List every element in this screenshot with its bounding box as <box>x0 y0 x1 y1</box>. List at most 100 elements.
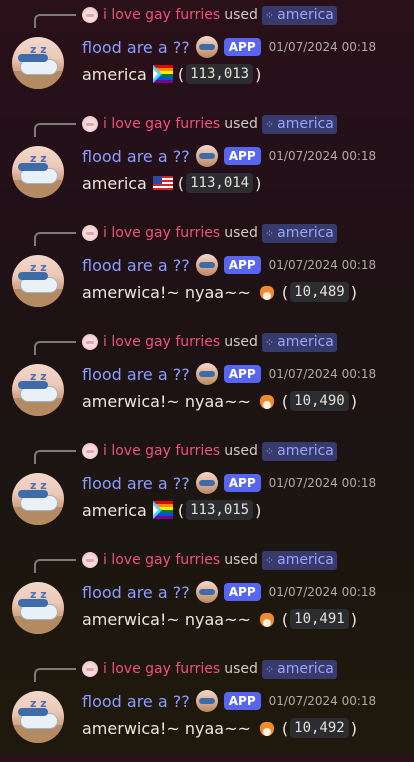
message-text: amerwica!~ nyaa~~ <box>82 391 251 411</box>
message-header: flood are a ?? APP 01/07/2024 00:18 <box>82 363 376 385</box>
reply-username[interactable]: i love gay furries <box>103 334 220 350</box>
reply-context[interactable]: i love gay furries used ⁘ america <box>82 223 337 243</box>
avatar[interactable]: z z <box>12 37 64 89</box>
reply-username[interactable]: i love gay furries <box>103 116 220 132</box>
reply-context[interactable]: i love gay furries used ⁘ america <box>82 332 337 352</box>
avatar[interactable]: z z <box>12 364 64 416</box>
username[interactable]: flood are a ?? <box>82 474 190 493</box>
reply-connector <box>34 450 76 464</box>
slash-command-chip[interactable]: ⁘ america <box>261 223 337 243</box>
reply-user-avatar[interactable] <box>82 661 98 677</box>
reply-context[interactable]: i love gay furries used ⁘ america <box>82 114 337 134</box>
server-tag-icon[interactable] <box>195 472 218 494</box>
command-name: america <box>277 443 334 459</box>
reply-context[interactable]: i love gay furries used ⁘ america <box>82 5 337 25</box>
timestamp[interactable]: 01/07/2024 00:18 <box>269 149 377 163</box>
reply-used-text: used <box>224 552 258 568</box>
avatar[interactable]: z z <box>12 691 64 743</box>
app-badge: APP <box>223 583 261 601</box>
reply-used-text: used <box>224 7 258 23</box>
reply-user-avatar[interactable] <box>82 334 98 350</box>
reply-user-avatar[interactable] <box>82 225 98 241</box>
reply-user-avatar[interactable] <box>82 443 98 459</box>
reply-user-avatar[interactable] <box>82 7 98 23</box>
reply-username[interactable]: i love gay furries <box>103 661 220 677</box>
message-header: flood are a ?? APP 01/07/2024 00:18 <box>82 581 376 603</box>
server-tag-icon[interactable] <box>195 581 218 603</box>
app-command-icon: ⁘ <box>264 335 274 349</box>
avatar-sleep-icon: z z <box>30 261 47 274</box>
slash-command-chip[interactable]: ⁘ america <box>261 441 337 461</box>
reply-username[interactable]: i love gay furries <box>103 443 220 459</box>
avatar-sleep-icon: z z <box>30 697 47 710</box>
count-code: 10,490 <box>290 391 349 411</box>
us-flag-icon <box>152 176 173 190</box>
avatar[interactable]: z z <box>12 146 64 198</box>
reply-user-avatar[interactable] <box>82 116 98 132</box>
reply-connector <box>34 232 76 246</box>
reply-user-avatar[interactable] <box>82 552 98 568</box>
open-paren: ( <box>281 391 289 411</box>
avatar[interactable]: z z <box>12 255 64 307</box>
count-code: 113,014 <box>186 173 254 193</box>
timestamp[interactable]: 01/07/2024 00:18 <box>269 585 377 599</box>
avatar[interactable]: z z <box>12 473 64 525</box>
timestamp[interactable]: 01/07/2024 00:18 <box>269 694 377 708</box>
username[interactable]: flood are a ?? <box>82 365 190 384</box>
message-content: amerwica!~ nyaa~~ ( 10,490 ) <box>82 389 357 413</box>
username[interactable]: flood are a ?? <box>82 147 190 166</box>
slash-command-chip[interactable]: ⁘ america <box>261 332 337 352</box>
fox-icon <box>257 282 277 302</box>
reply-username[interactable]: i love gay furries <box>103 552 220 568</box>
close-paren: ) <box>350 609 357 629</box>
close-paren: ) <box>255 173 262 193</box>
message-content: america ( 113,015 ) <box>82 498 261 522</box>
close-paren: ) <box>350 391 357 411</box>
timestamp[interactable]: 01/07/2024 00:18 <box>269 367 377 381</box>
reply-used-text: used <box>224 225 258 241</box>
slash-command-chip[interactable]: ⁘ america <box>261 550 337 570</box>
app-command-icon: ⁘ <box>264 444 274 458</box>
message: i love gay furries used ⁘ america z z fl… <box>0 327 414 435</box>
slash-command-chip[interactable]: ⁘ america <box>261 5 337 25</box>
app-command-icon: ⁘ <box>264 226 274 240</box>
avatar[interactable]: z z <box>12 582 64 634</box>
pride-flag-icon <box>152 65 173 83</box>
slash-command-chip[interactable]: ⁘ america <box>261 114 337 134</box>
command-name: america <box>277 334 334 350</box>
timestamp[interactable]: 01/07/2024 00:18 <box>269 40 377 54</box>
app-command-icon: ⁘ <box>264 8 274 22</box>
command-name: america <box>277 661 334 677</box>
app-command-icon: ⁘ <box>264 117 274 131</box>
close-paren: ) <box>255 500 262 520</box>
username[interactable]: flood are a ?? <box>82 583 190 602</box>
message-header: flood are a ?? APP 01/07/2024 00:18 <box>82 690 376 712</box>
reply-context[interactable]: i love gay furries used ⁘ america <box>82 659 337 679</box>
message: i love gay furries used ⁘ america z z fl… <box>0 654 414 762</box>
fox-icon <box>257 391 277 411</box>
reply-used-text: used <box>224 661 258 677</box>
reply-context[interactable]: i love gay furries used ⁘ america <box>82 441 337 461</box>
reply-username[interactable]: i love gay furries <box>103 225 220 241</box>
username[interactable]: flood are a ?? <box>82 38 190 57</box>
message-text: amerwica!~ nyaa~~ <box>82 718 251 738</box>
reply-connector <box>34 668 76 682</box>
reply-connector <box>34 341 76 355</box>
server-tag-icon[interactable] <box>195 254 218 276</box>
server-tag-icon[interactable] <box>195 145 218 167</box>
server-tag-icon[interactable] <box>195 363 218 385</box>
username[interactable]: flood are a ?? <box>82 692 190 711</box>
reply-username[interactable]: i love gay furries <box>103 7 220 23</box>
server-tag-icon[interactable] <box>195 690 218 712</box>
reply-connector <box>34 14 76 28</box>
username[interactable]: flood are a ?? <box>82 256 190 275</box>
message-text: amerwica!~ nyaa~~ <box>82 609 251 629</box>
message-text: america <box>82 500 147 520</box>
reply-context[interactable]: i love gay furries used ⁘ america <box>82 550 337 570</box>
slash-command-chip[interactable]: ⁘ america <box>261 659 337 679</box>
server-tag-icon[interactable] <box>195 36 218 58</box>
message-content: america ( 113,013 ) <box>82 62 261 86</box>
app-badge: APP <box>223 256 261 274</box>
timestamp[interactable]: 01/07/2024 00:18 <box>269 476 377 490</box>
timestamp[interactable]: 01/07/2024 00:18 <box>269 258 377 272</box>
